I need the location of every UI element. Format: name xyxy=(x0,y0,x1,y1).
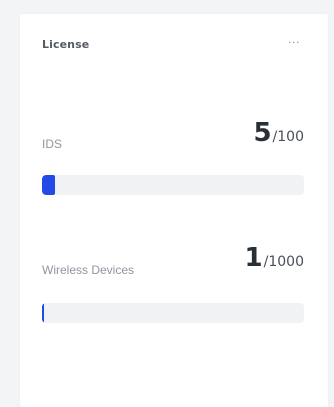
progress-fill-wireless-devices xyxy=(42,303,44,323)
value-current-wireless-devices: 1 xyxy=(244,243,263,273)
value-current-ids: 5 xyxy=(253,118,272,148)
metric-label-wireless-devices: Wireless Devices xyxy=(42,263,135,277)
more-options-button[interactable]: ··· xyxy=(284,32,304,52)
value-max-ids: 100 xyxy=(277,129,304,145)
card-header: License ··· xyxy=(20,14,328,70)
progress-track-wireless-devices xyxy=(42,303,304,323)
progress-fill-ids xyxy=(42,175,55,195)
metric-label-ids: IDS xyxy=(42,137,63,151)
card-title: License xyxy=(42,38,90,51)
progress-track-ids xyxy=(42,175,304,195)
metric-value-wireless-devices: 1 / 1000 xyxy=(245,245,304,271)
value-max-wireless-devices: 1000 xyxy=(268,254,304,270)
metric-value-ids: 5 / 100 xyxy=(253,120,304,146)
more-horizontal-icon: ··· xyxy=(288,35,300,49)
license-card: License ··· IDS 5 / 100 Wireless Devices… xyxy=(20,14,328,407)
